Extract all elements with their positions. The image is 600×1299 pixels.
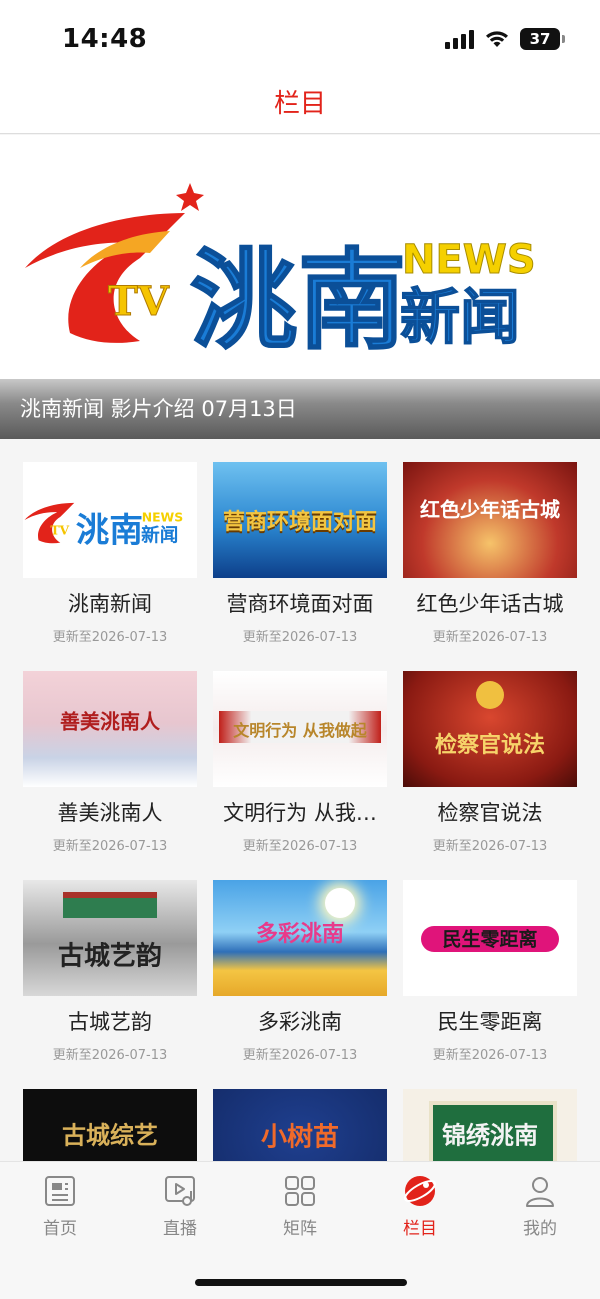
tab-live[interactable]: 直播: [140, 1174, 220, 1239]
column-card[interactable]: 多彩洮南 多彩洮南 更新至2026-07-13: [213, 880, 387, 1063]
column-card[interactable]: 小树苗: [213, 1089, 387, 1161]
status-bar: 14:48 37: [0, 0, 600, 70]
status-icons: 37: [445, 28, 565, 50]
column-card[interactable]: 民生零距离 民生零距离 更新至2026-07-13: [403, 880, 577, 1063]
tab-home[interactable]: 首页: [20, 1174, 100, 1239]
column-title: 善美洮南人: [57, 801, 163, 825]
thumbnail-text: 多彩洮南: [255, 921, 344, 948]
tab-columns[interactable]: 栏目: [380, 1174, 460, 1239]
page-title: 栏目: [273, 89, 326, 119]
nav-bar: 栏目: [0, 70, 600, 134]
live-icon: [165, 1176, 195, 1206]
column-card[interactable]: 古城艺韵 古城艺韵 更新至2026-07-13: [23, 880, 197, 1063]
column-update-date: 更新至2026-07-13: [242, 1048, 358, 1063]
column-card[interactable]: 锦绣洮南: [403, 1089, 577, 1161]
status-time: 14:48: [62, 24, 148, 54]
svg-text:TV: TV: [50, 523, 69, 538]
column-thumbnail: 小树苗: [213, 1089, 387, 1161]
column-title: 营商环境面对面: [226, 592, 374, 616]
column-update-date: 更新至2026-07-13: [432, 839, 548, 854]
emblem-icon: [476, 681, 504, 709]
thumbnail-text: 古城综艺: [62, 1120, 158, 1150]
column-update-date: 更新至2026-07-13: [52, 839, 168, 854]
column-title: 文明行为 从我…: [223, 801, 377, 825]
tab-matrix[interactable]: 矩阵: [260, 1174, 340, 1239]
taonan-news-logo: TV 洮南 NEWS 新闻: [24, 502, 184, 550]
column-title: 洮南新闻: [68, 592, 152, 616]
thumbnail-text: 小树苗: [260, 1122, 339, 1153]
column-update-date: 更新至2026-07-13: [242, 630, 358, 645]
banner[interactable]: TV 洮南 NEWS 新闻 洮南新闻 影片介绍 07月13日: [0, 135, 600, 439]
thumbnail-text: 营商环境面对面: [222, 509, 377, 535]
column-update-date: 更新至2026-07-13: [52, 630, 168, 645]
thumbnail-text: 检察官说法: [434, 731, 545, 758]
column-thumbnail: TV 洮南 NEWS 新闻: [23, 462, 197, 578]
logo-main-text: 洮南: [190, 239, 406, 363]
logo-tv-text: TV: [108, 278, 170, 325]
thumbnail-text: 红色少年话古城: [420, 497, 560, 522]
column-thumbnail: 文明行为 从我做起: [213, 671, 387, 787]
column-card[interactable]: 文明行为 从我做起 文明行为 从我… 更新至2026-07-13: [213, 671, 387, 854]
column-thumbnail: 营商环境面对面: [213, 462, 387, 578]
tab-label: 栏目: [403, 1219, 437, 1239]
thumbnail-text: 民生零距离: [442, 928, 538, 951]
tab-profile[interactable]: 我的: [500, 1174, 580, 1239]
thumbnail-text: 善美洮南人: [60, 709, 160, 734]
taonan-news-logo: TV 洮南 NEWS 新闻: [25, 183, 536, 363]
tab-label: 矩阵: [283, 1219, 317, 1239]
column-icon: [403, 1176, 437, 1206]
banner-caption-bar: 洮南新闻 影片介绍 07月13日: [0, 379, 600, 439]
svg-text:新闻: 新闻: [141, 525, 178, 547]
tab-label: 首页: [43, 1219, 77, 1239]
profile-icon: [526, 1177, 554, 1207]
home-indicator[interactable]: [195, 1279, 407, 1286]
column-thumbnail: 红色少年话古城: [403, 462, 577, 578]
banner-caption: 洮南新闻 影片介绍 07月13日: [20, 397, 297, 421]
column-title: 红色少年话古城: [416, 592, 564, 616]
logo-xinwen-text: 新闻: [400, 283, 520, 353]
column-title: 古城艺韵: [68, 1010, 152, 1034]
column-thumbnail: 多彩洮南: [213, 880, 387, 996]
column-card[interactable]: 古城综艺: [23, 1089, 197, 1161]
tab-label: 直播: [163, 1219, 197, 1239]
column-card[interactable]: 检察官说法 检察官说法 更新至2026-07-13: [403, 671, 577, 854]
column-card[interactable]: 营商环境面对面 营商环境面对面 更新至2026-07-13: [213, 462, 387, 645]
thumbnail-text: 锦绣洮南: [442, 1120, 538, 1150]
column-card[interactable]: TV 洮南 NEWS 新闻 洮南新闻 更新至2026-07-13: [23, 462, 197, 645]
column-thumbnail: 锦绣洮南: [403, 1089, 577, 1161]
column-grid: TV 洮南 NEWS 新闻 洮南新闻 更新至2026-07-13 营商环境面对面…: [0, 439, 600, 1161]
thumbnail-text: 文明行为 从我做起: [233, 721, 367, 740]
logo-news-text: NEWS: [402, 237, 536, 283]
column-thumbnail: 检察官说法: [403, 671, 577, 787]
tab-bar: 首页 直播 矩阵 栏目 我的: [0, 1161, 600, 1299]
battery-icon: 37: [520, 28, 565, 50]
column-card[interactable]: 善美洮南人 善美洮南人 更新至2026-07-13: [23, 671, 197, 854]
column-card[interactable]: 红色少年话古城 红色少年话古城 更新至2026-07-13: [403, 462, 577, 645]
signal-icon: [445, 29, 474, 49]
column-title: 多彩洮南: [258, 1010, 342, 1034]
thumbnail-text: 古城艺韵: [57, 941, 162, 972]
column-thumbnail: 古城艺韵: [23, 880, 197, 996]
column-thumbnail: 善美洮南人: [23, 671, 197, 787]
svg-text:NEWS: NEWS: [142, 510, 184, 525]
column-update-date: 更新至2026-07-13: [432, 630, 548, 645]
wifi-icon: [486, 31, 508, 47]
column-thumbnail: 古城综艺: [23, 1089, 197, 1161]
sun-icon: [325, 888, 355, 918]
home-icon: [45, 1176, 75, 1206]
column-update-date: 更新至2026-07-13: [52, 1048, 168, 1063]
column-update-date: 更新至2026-07-13: [242, 839, 358, 854]
column-title: 民生零距离: [437, 1010, 543, 1034]
column-thumbnail: 民生零距离: [403, 880, 577, 996]
tab-label: 我的: [523, 1219, 557, 1239]
svg-text:洮南: 洮南: [76, 511, 143, 550]
column-update-date: 更新至2026-07-13: [432, 1048, 548, 1063]
matrix-icon: [285, 1176, 315, 1206]
column-title: 检察官说法: [437, 801, 543, 825]
